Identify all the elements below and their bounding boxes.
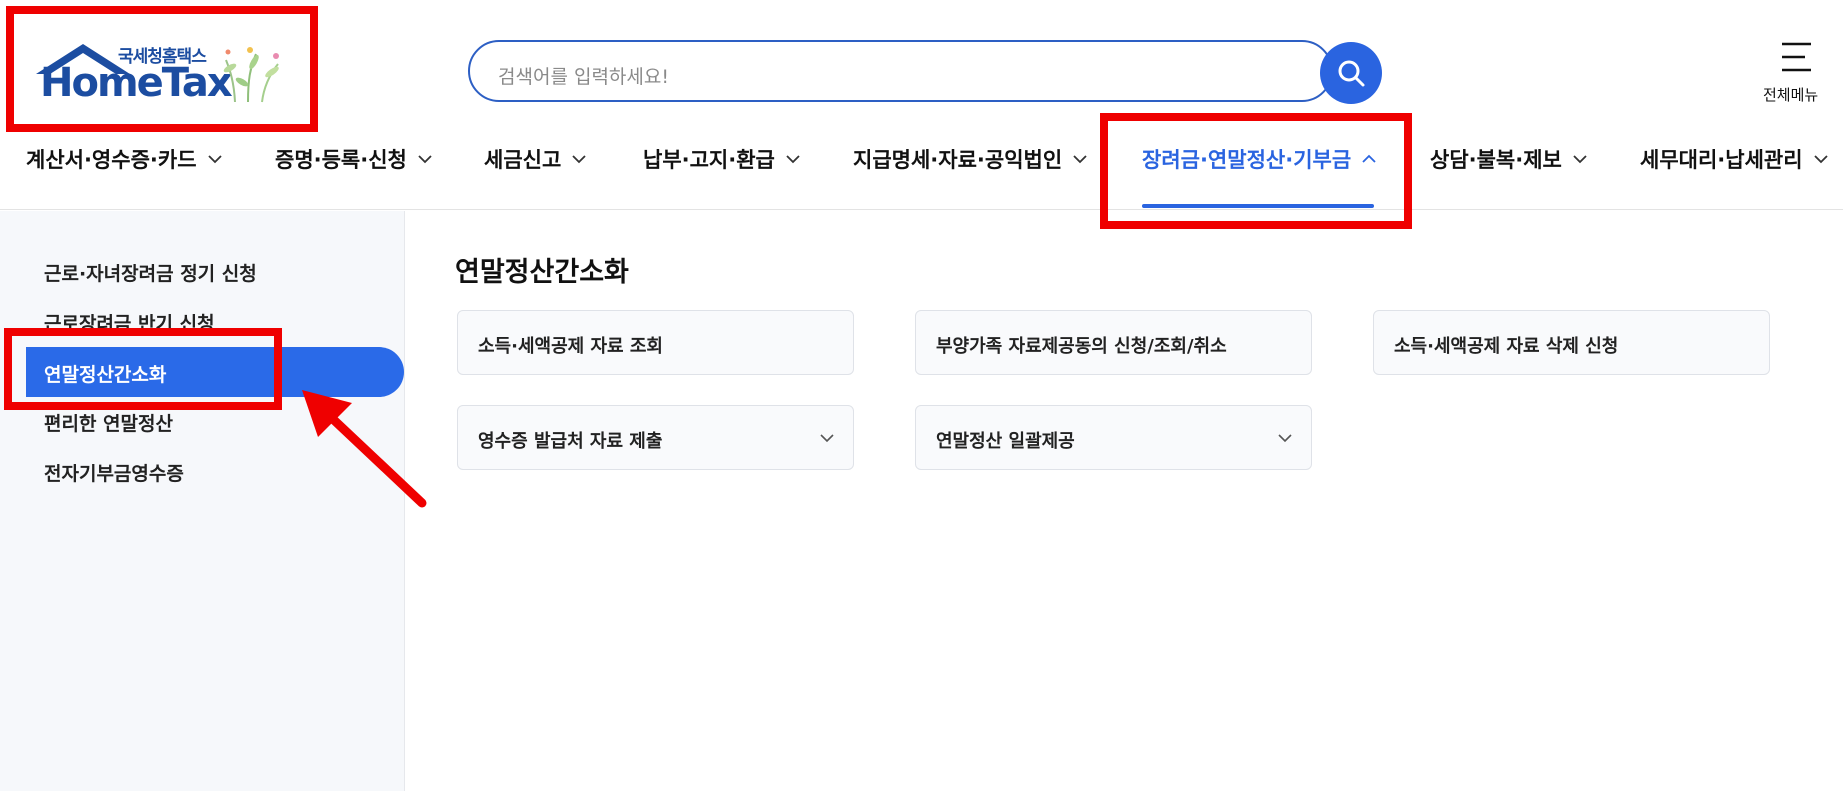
annotation-arrow-icon bbox=[302, 390, 427, 508]
